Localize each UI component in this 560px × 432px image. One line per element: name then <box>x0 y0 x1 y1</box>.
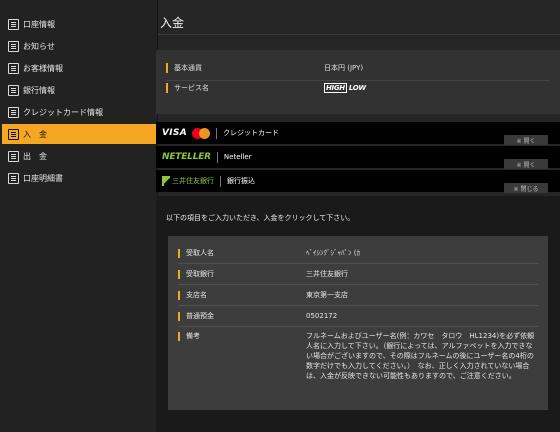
account-type-label: 普通預金 <box>186 312 214 320</box>
instruction-text: 以下の項目をご入力いただき、入金をクリックして下さい。 <box>166 214 355 222</box>
remarks-label: 備考 <box>186 332 200 340</box>
withdrawal-icon <box>8 150 19 162</box>
page-title: 入金 <box>160 16 185 30</box>
method-divider <box>216 151 218 163</box>
accent-bar <box>178 332 180 341</box>
receiving-bank-label: 受取銀行 <box>186 270 214 278</box>
remarks-row: 備考 フルネームおよびユーザー名(例：カワセ タロウ HL1234)を必ず依頼人… <box>178 331 538 381</box>
base-currency-row: 基本通貨 日本円 (JPY) <box>166 58 550 78</box>
mastercard-logo <box>191 127 210 139</box>
smbc-mark-icon <box>162 176 170 186</box>
base-currency-label: 基本通貨 <box>174 64 202 72</box>
sidebar-item-label: お知らせ <box>23 41 55 51</box>
sidebar-item-notices[interactable]: お知らせ <box>2 36 157 56</box>
accent-bar <box>178 312 180 321</box>
row-divider <box>178 305 538 306</box>
deposit-icon <box>8 128 19 140</box>
base-currency-value: 日本円 (JPY) <box>324 64 364 72</box>
visa-logo: VISA <box>162 128 187 138</box>
receiving-bank-row: 受取銀行 三井住友銀行 <box>178 269 538 279</box>
row-divider <box>178 263 538 264</box>
account-info-panel: 基本通貨 日本円 (JPY) サービス名 HIGH LOW <box>156 50 560 114</box>
method-divider <box>215 127 217 139</box>
accent-bar <box>178 270 180 279</box>
sidebar-item-account-info[interactable]: 口座情報 <box>2 14 157 34</box>
title-divider <box>158 34 560 35</box>
service-name-row: サービス名 HIGH LOW <box>166 78 550 98</box>
sidebar-item-withdrawal[interactable]: 出 金 <box>2 146 157 166</box>
branch-row: 支店名 東京第一支店 <box>178 290 538 300</box>
payee-row: 受取人名 ﾍﾞｲｼﾝｸﾞｼﾞｬﾊﾟﾝ (ｶ <box>178 248 538 258</box>
sidebar-item-label: お客様情報 <box>23 63 63 73</box>
method-label: Neteller <box>223 153 252 161</box>
sidebar-item-label: 口座情報 <box>23 19 55 29</box>
payee-value: ﾍﾞｲｼﾝｸﾞｼﾞｬﾊﾟﾝ (ｶ <box>306 249 360 257</box>
smbc-logo-text: 三井住友銀行 <box>172 177 214 185</box>
sidebar-item-label: 出 金 <box>23 151 47 161</box>
sidebar-item-label: クレジットカード情報 <box>23 107 103 117</box>
statement-icon <box>8 172 19 184</box>
user-icon <box>8 62 19 74</box>
bank-icon <box>8 84 19 96</box>
sidebar: 口座情報 お知らせ お客様情報 銀行情報 クレジットカード情報 入 金 出 金 … <box>0 0 158 432</box>
highlow-logo-high: HIGH <box>324 83 347 93</box>
sidebar-item-bank-info[interactable]: 銀行情報 <box>2 80 157 100</box>
accent-bar <box>178 249 180 258</box>
open-button[interactable]: ※ 開く <box>504 159 548 169</box>
account-number-value: 0502172 <box>306 312 338 320</box>
sidebar-item-statement[interactable]: 口座明細書 <box>2 168 157 188</box>
method-bank-transfer[interactable]: 三井住友銀行 銀行振込 ※ 閉じる <box>156 170 560 193</box>
open-button[interactable]: ※ 開く <box>504 135 548 145</box>
row-divider <box>178 284 538 285</box>
sidebar-item-credit-card-info[interactable]: クレジットカード情報 <box>2 102 157 122</box>
accent-bar <box>178 291 180 300</box>
highlow-logo: HIGH LOW <box>324 83 366 93</box>
account-number-row: 普通預金 0502172 <box>178 311 538 321</box>
highlow-logo-low: LOW <box>348 84 366 92</box>
receiving-bank-value: 三井住友銀行 <box>306 270 348 278</box>
method-divider <box>220 175 221 187</box>
sidebar-item-label: 銀行情報 <box>23 85 55 95</box>
neteller-logo: NETELLER <box>162 152 211 162</box>
row-divider <box>178 326 538 327</box>
payee-label: 受取人名 <box>186 249 214 257</box>
notice-icon <box>8 40 19 52</box>
account-info-icon <box>8 18 19 30</box>
sidebar-item-customer-info[interactable]: お客様情報 <box>2 58 157 78</box>
method-label: 銀行振込 <box>227 177 255 185</box>
branch-label: 支店名 <box>186 291 207 299</box>
sidebar-item-label: 口座明細書 <box>23 173 63 183</box>
sidebar-item-label: 入 金 <box>23 129 47 139</box>
branch-value: 東京第一支店 <box>306 291 348 299</box>
bank-details-panel: 受取人名 ﾍﾞｲｼﾝｸﾞｼﾞｬﾊﾟﾝ (ｶ 受取銀行 三井住友銀行 支店名 東京… <box>168 236 548 410</box>
remarks-value: フルネームおよびユーザー名(例：カワセ タロウ HL1234)を必ず依頼人名に入… <box>306 332 535 380</box>
credit-card-icon <box>8 106 19 118</box>
method-neteller[interactable]: NETELLER Neteller ※ 開く <box>156 146 560 169</box>
sidebar-item-deposit[interactable]: 入 金 <box>2 124 158 144</box>
method-credit-card[interactable]: VISA クレジットカード ※ 開く <box>156 122 560 145</box>
smbc-logo: 三井住友銀行 <box>162 176 214 186</box>
service-name-label: サービス名 <box>174 84 209 92</box>
accent-bar <box>166 83 168 93</box>
accent-bar <box>166 63 168 73</box>
method-label: クレジットカード <box>222 129 279 137</box>
close-button[interactable]: ※ 閉じる <box>504 183 548 193</box>
